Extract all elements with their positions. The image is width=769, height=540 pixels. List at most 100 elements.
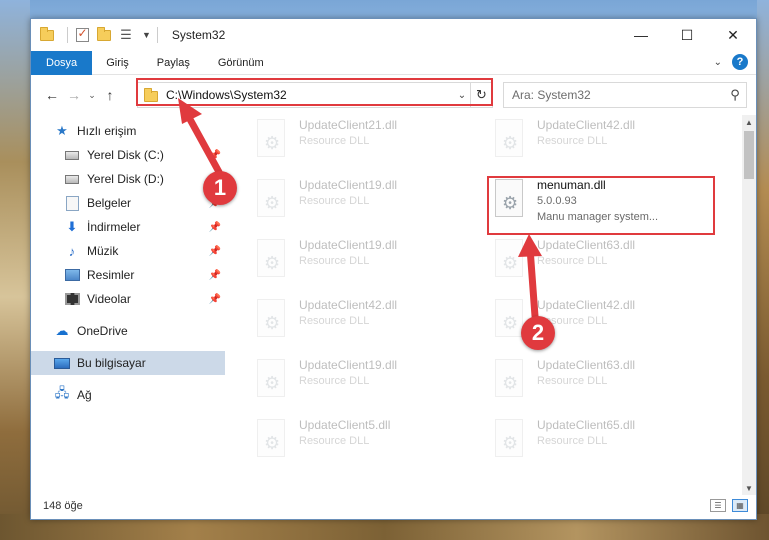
list-item[interactable]: ⚙ UpdateClient63.dll Resource DLL bbox=[467, 235, 697, 291]
item-count: 148 öğe bbox=[43, 500, 83, 512]
network-icon: 🖧 bbox=[54, 385, 70, 400]
list-item[interactable]: ⚙ UpdateClient19.dll Resource DLL bbox=[229, 235, 459, 291]
sidebar-item-onedrive[interactable]: ☁ OneDrive bbox=[31, 319, 225, 343]
tab-home[interactable]: Giriş bbox=[92, 51, 143, 75]
sidebar-item-label: Ağ bbox=[77, 388, 92, 402]
ribbon-right-controls: ⌄ ? bbox=[714, 54, 748, 70]
file-type: Resource DLL bbox=[537, 375, 608, 387]
pin-icon[interactable]: 📌 bbox=[209, 270, 221, 281]
list-item[interactable]: ⚙ UpdateClient63.dll Resource DLL bbox=[467, 355, 697, 411]
dll-file-icon: ⚙ bbox=[489, 239, 529, 283]
file-name: UpdateClient65.dll bbox=[537, 418, 636, 432]
details-view-icon[interactable]: ☰ bbox=[710, 499, 726, 512]
dll-file-icon: ⚙ bbox=[251, 359, 291, 403]
tab-view[interactable]: Görünüm bbox=[204, 51, 278, 75]
sidebar-item-local-disk-c[interactable]: Yerel Disk (C:) 📌 bbox=[31, 143, 225, 167]
file-name: UpdateClient19.dll bbox=[299, 358, 398, 372]
address-path[interactable]: C:\Windows\System32 bbox=[166, 88, 454, 102]
sidebar-item-label: Resimler bbox=[87, 268, 135, 282]
list-item[interactable]: ⚙ UpdateClient42.dll Resource DLL bbox=[467, 295, 697, 351]
sidebar-item-videos[interactable]: Videolar 📌 bbox=[31, 287, 225, 311]
tiles-view-icon[interactable]: ▦ bbox=[732, 499, 748, 512]
disk-icon bbox=[63, 174, 81, 184]
desktop-background-left bbox=[0, 0, 30, 540]
sidebar-item-this-pc[interactable]: Bu bilgisayar bbox=[31, 351, 225, 375]
desktop-background-right bbox=[757, 0, 769, 540]
dll-file-icon: ⚙ bbox=[489, 179, 529, 223]
file-name: UpdateClient42.dll bbox=[537, 298, 636, 312]
title-bar: ☰ ▼ System32 — ☐ ✕ bbox=[31, 19, 756, 51]
list-item[interactable]: ⚙ UpdateClient21.dll Resource DLL bbox=[229, 115, 459, 171]
sidebar-item-downloads[interactable]: ⬇ İndirmeler 📌 bbox=[31, 215, 225, 239]
expand-ribbon-icon[interactable]: ⌄ bbox=[714, 57, 722, 68]
pin-icon[interactable]: 📌 bbox=[209, 222, 221, 233]
sidebar-item-label: Bu bilgisayar bbox=[77, 356, 146, 370]
status-bar: 148 öğe ☰ ▦ bbox=[31, 493, 756, 519]
sidebar-item-network[interactable]: 🖧 Ağ bbox=[31, 383, 225, 407]
pin-icon[interactable]: 📌 bbox=[209, 294, 221, 305]
dll-file-icon: ⚙ bbox=[251, 419, 291, 463]
dll-file-icon: ⚙ bbox=[489, 359, 529, 403]
file-description: Manu manager system... bbox=[537, 211, 659, 223]
pin-icon[interactable]: 📌 bbox=[209, 150, 221, 161]
recent-locations-dropdown-icon[interactable]: ⌄ bbox=[85, 84, 99, 106]
maximize-button[interactable]: ☐ bbox=[664, 19, 710, 51]
sidebar-item-quick-access[interactable]: ★ Hızlı erişim bbox=[31, 119, 225, 143]
scroll-thumb[interactable] bbox=[744, 131, 754, 179]
cloud-icon: ☁ bbox=[55, 323, 69, 338]
sidebar-item-label: Yerel Disk (D:) bbox=[87, 172, 164, 186]
pictures-icon bbox=[63, 269, 81, 281]
search-box[interactable]: Ara: System32 ⚲ bbox=[503, 82, 747, 108]
file-type: Resource DLL bbox=[299, 255, 370, 267]
pin-icon[interactable]: 📌 bbox=[209, 246, 221, 257]
sidebar-item-pictures[interactable]: Resimler 📌 bbox=[31, 263, 225, 287]
back-arrow-icon[interactable]: ← bbox=[41, 84, 63, 106]
list-item[interactable]: ⚙ UpdateClient42.dll Resource DLL bbox=[467, 115, 697, 171]
videos-icon bbox=[63, 293, 81, 305]
address-bar[interactable]: C:\Windows\System32 ⌄ ↻ bbox=[137, 82, 493, 108]
file-type: Resource DLL bbox=[299, 195, 370, 207]
list-item[interactable]: ⚙ UpdateClient42.dll Resource DLL bbox=[229, 295, 459, 351]
search-input[interactable]: Ara: System32 bbox=[512, 88, 724, 102]
list-item[interactable]: ⚙ UpdateClient5.dll Resource DLL bbox=[229, 415, 459, 471]
file-type: Resource DLL bbox=[537, 135, 608, 147]
up-arrow-icon[interactable]: ↑ bbox=[99, 84, 121, 106]
list-item[interactable]: ⚙ UpdateClient19.dll Resource DLL bbox=[229, 355, 459, 411]
divider bbox=[156, 27, 158, 43]
quick-access-dropdown-icon[interactable]: ▼ bbox=[142, 30, 151, 40]
new-folder-icon[interactable] bbox=[96, 26, 112, 43]
sidebar-item-documents[interactable]: Belgeler 📌 bbox=[31, 191, 225, 215]
sidebar-item-local-disk-d[interactable]: Yerel Disk (D:) bbox=[31, 167, 225, 191]
list-item[interactable]: ⚙ UpdateClient19.dll Resource DLL bbox=[229, 175, 459, 231]
file-name: UpdateClient42.dll bbox=[299, 298, 398, 312]
search-icon[interactable]: ⚲ bbox=[724, 87, 746, 103]
refresh-icon[interactable]: ↻ bbox=[470, 83, 492, 107]
music-icon: ♪ bbox=[68, 243, 76, 259]
dll-file-icon: ⚙ bbox=[251, 119, 291, 163]
sidebar-item-label: İndirmeler bbox=[87, 220, 141, 234]
view-options-icon[interactable]: ☰ bbox=[118, 27, 134, 43]
list-item[interactable]: ⚙ UpdateClient65.dll Resource DLL bbox=[467, 415, 697, 471]
download-icon: ⬇ bbox=[66, 219, 78, 234]
file-explorer-window: ☰ ▼ System32 — ☐ ✕ Dosya Giriş Paylaş Gö… bbox=[30, 18, 757, 520]
tab-share[interactable]: Paylaş bbox=[143, 51, 204, 75]
dll-file-icon: ⚙ bbox=[489, 119, 529, 163]
tab-file[interactable]: Dosya bbox=[31, 50, 93, 75]
highlighted-file-item[interactable]: ⚙ menuman.dll 5.0.0.93 Manu manager syst… bbox=[467, 175, 697, 231]
file-type: Resource DLL bbox=[537, 435, 608, 447]
minimize-button[interactable]: — bbox=[618, 19, 664, 51]
help-icon[interactable]: ? bbox=[732, 54, 748, 70]
address-dropdown-icon[interactable]: ⌄ bbox=[454, 90, 470, 101]
folder-icon bbox=[144, 88, 158, 102]
vertical-scrollbar[interactable]: ▲ ▼ bbox=[742, 115, 756, 495]
callout-badge-one: 1 bbox=[203, 171, 237, 205]
sidebar-item-label: Videolar bbox=[87, 292, 131, 306]
forward-arrow-icon[interactable]: → bbox=[63, 84, 85, 106]
close-button[interactable]: ✕ bbox=[710, 19, 756, 51]
properties-icon[interactable] bbox=[74, 26, 90, 43]
file-type: Resource DLL bbox=[299, 315, 370, 327]
scroll-up-icon[interactable]: ▲ bbox=[742, 115, 756, 129]
sidebar-item-music[interactable]: ♪ Müzik 📌 bbox=[31, 239, 225, 263]
